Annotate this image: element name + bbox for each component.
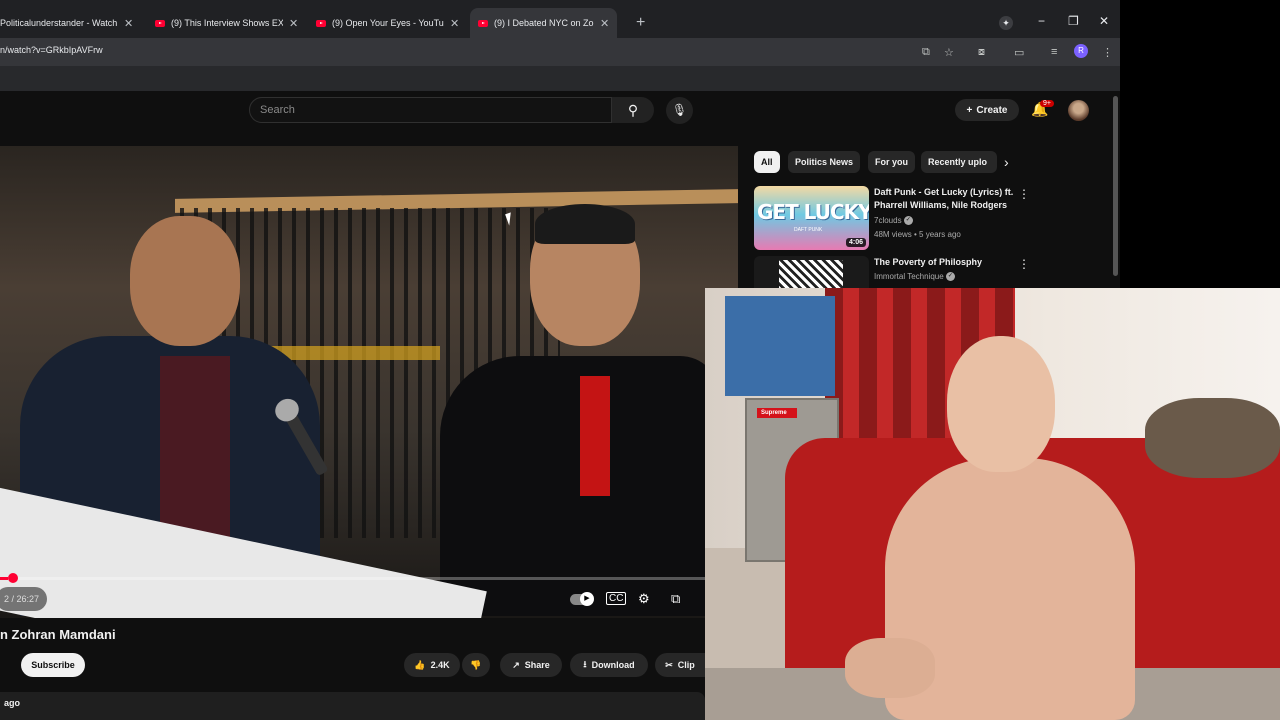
- close-window-icon[interactable]: ✕: [1099, 14, 1109, 28]
- video-title: n Zohran Mamdani: [0, 627, 116, 642]
- thumbs-up-icon: 👍: [414, 659, 426, 670]
- maximize-icon[interactable]: ❐: [1068, 14, 1079, 28]
- tab-title: Politicalunderstander - Watch c: [0, 18, 118, 28]
- download-label: Download: [591, 660, 635, 670]
- clip-button[interactable]: ✂ Clip: [655, 653, 705, 677]
- search-button[interactable]: ⚲: [612, 97, 654, 123]
- thumbnail-subtext: DAFT PUNK: [794, 227, 823, 233]
- share-label: Share: [524, 660, 550, 670]
- stacked-boxes: [725, 296, 835, 396]
- tab-close-icon[interactable]: ✕: [124, 17, 133, 30]
- youtube-favicon-icon: [478, 19, 488, 27]
- tab-interview[interactable]: (9) This Interview Shows EXACT ✕: [155, 8, 298, 38]
- tab-politicalunderstander[interactable]: Politicalunderstander - Watch c ✕: [0, 8, 133, 38]
- tab-title: (9) Open Your Eyes - YouTube: [332, 18, 444, 28]
- album-art-image: [779, 260, 843, 290]
- subscribe-button[interactable]: Subscribe: [21, 653, 85, 677]
- search-icon: ⚲: [627, 102, 639, 118]
- video-progress-bar[interactable]: [0, 573, 705, 583]
- create-button[interactable]: + Create: [955, 99, 1019, 121]
- thumbs-down-icon: 👎: [470, 659, 482, 670]
- tab-close-icon[interactable]: ✕: [600, 17, 609, 30]
- related-title[interactable]: The Poverty of Philosphy: [874, 256, 1014, 269]
- thumbnail-text: GET LUCKY: [757, 200, 869, 224]
- new-tab-icon[interactable]: +: [636, 14, 645, 32]
- tab-close-icon[interactable]: ✕: [450, 17, 459, 30]
- sidebar-icon[interactable]: ▭: [1014, 46, 1024, 59]
- video-duration: 4:06: [845, 238, 866, 247]
- video-player[interactable]: 2 / 26:27 CC ⚙ ⧉: [0, 146, 738, 618]
- clip-label: Clip: [677, 660, 695, 670]
- microphone-icon: 🎙: [671, 103, 688, 117]
- channel-name: Immortal Technique: [874, 272, 944, 281]
- verified-check-icon: ✓: [945, 272, 955, 282]
- streamer-head: [947, 336, 1055, 472]
- settings-gear-icon[interactable]: ⚙: [638, 591, 650, 607]
- fridge-sticker: Supreme: [757, 408, 797, 418]
- extensions-icon[interactable]: ⧇: [978, 46, 985, 59]
- pillow: [1145, 398, 1280, 478]
- plus-icon: +: [966, 104, 973, 116]
- upload-time: ago: [4, 698, 21, 708]
- chip-recently-uploaded[interactable]: Recently uplo: [921, 151, 997, 173]
- scissors-icon: ✂: [665, 659, 673, 670]
- related-title[interactable]: Daft Punk - Get Lucky (Lyrics) ft. Pharr…: [874, 186, 1014, 212]
- related-channel[interactable]: Immortal Technique ✓: [874, 272, 955, 282]
- dislike-button[interactable]: 👎: [462, 653, 490, 677]
- voice-search-button[interactable]: 🎙: [666, 97, 693, 124]
- menu-kebab-icon[interactable]: ⋮: [1102, 46, 1113, 59]
- sticker-logo-text: Supreme: [761, 410, 787, 416]
- minimize-icon[interactable]: −: [1038, 14, 1045, 28]
- chip-politics-news[interactable]: Politics News: [788, 151, 861, 173]
- tab-debated-nyc[interactable]: (9) I Debated NYC on Zohra ✕: [470, 8, 618, 38]
- chip-for-you[interactable]: For you: [868, 151, 915, 173]
- account-avatar[interactable]: [1068, 100, 1089, 121]
- youtube-favicon-icon: [155, 19, 165, 27]
- description-box[interactable]: ago: [0, 692, 705, 720]
- tab-close-icon[interactable]: ✕: [289, 17, 298, 30]
- page-scrollbar[interactable]: [1112, 92, 1120, 292]
- search-input[interactable]: Search: [249, 97, 612, 123]
- chip-all[interactable]: All: [754, 151, 780, 173]
- url-field[interactable]: n/watch?v=GRkbIpAVFrw: [0, 45, 103, 55]
- related-menu-kebab-icon[interactable]: ⋮: [1018, 257, 1030, 271]
- channel-name: 7clouds: [874, 216, 902, 225]
- time-display: 2 / 26:27: [0, 587, 48, 611]
- bookmarks-strip: [0, 66, 1120, 91]
- captions-icon[interactable]: CC: [606, 592, 627, 605]
- download-button[interactable]: ⭳ Download: [570, 653, 648, 677]
- like-count: 2.4K: [430, 660, 450, 670]
- scrubber-handle[interactable]: [8, 573, 18, 583]
- interviewer-figure: [440, 204, 720, 616]
- webcam-overlay: Supreme: [705, 288, 1280, 720]
- tab-title: (9) I Debated NYC on Zohra: [494, 18, 594, 28]
- verified-check-icon: ✓: [903, 216, 913, 226]
- download-icon: ⭳: [583, 659, 587, 669]
- tab-open-your-eyes[interactable]: (9) Open Your Eyes - YouTube ✕: [316, 8, 459, 38]
- install-icon[interactable]: ⧉: [922, 46, 930, 59]
- create-label: Create: [976, 104, 1008, 116]
- related-thumbnail[interactable]: GET LUCKY DAFT PUNK 4:06: [754, 186, 869, 250]
- chevron-right-icon[interactable]: ›: [1004, 154, 1009, 170]
- related-channel[interactable]: 7clouds ✓: [874, 216, 913, 226]
- miniplayer-icon[interactable]: ⧉: [671, 591, 680, 607]
- tab-title: (9) This Interview Shows EXACT: [171, 18, 283, 28]
- related-meta: 48M views • 5 years ago: [874, 230, 961, 239]
- autoplay-toggle[interactable]: [570, 592, 594, 606]
- address-bar: n/watch?v=GRkbIpAVFrw ⧉ ☆ ⧇ ▭ ≡ ⋮: [0, 38, 1120, 66]
- share-icon: ↗: [512, 659, 520, 670]
- share-button[interactable]: ↗ Share: [500, 653, 562, 677]
- streamer-hand: [845, 638, 935, 698]
- profile-avatar[interactable]: R: [1074, 44, 1088, 58]
- youtube-favicon-icon: [316, 19, 326, 27]
- gemini-icon[interactable]: ✦: [999, 16, 1013, 30]
- media-icon[interactable]: ≡: [1051, 46, 1057, 58]
- bookmark-star-icon[interactable]: ☆: [944, 46, 954, 59]
- related-menu-kebab-icon[interactable]: ⋮: [1018, 187, 1030, 201]
- like-button[interactable]: 👍 2.4K: [404, 653, 460, 677]
- notification-badge: 9+: [1040, 100, 1054, 107]
- related-thumbnail[interactable]: [754, 256, 869, 290]
